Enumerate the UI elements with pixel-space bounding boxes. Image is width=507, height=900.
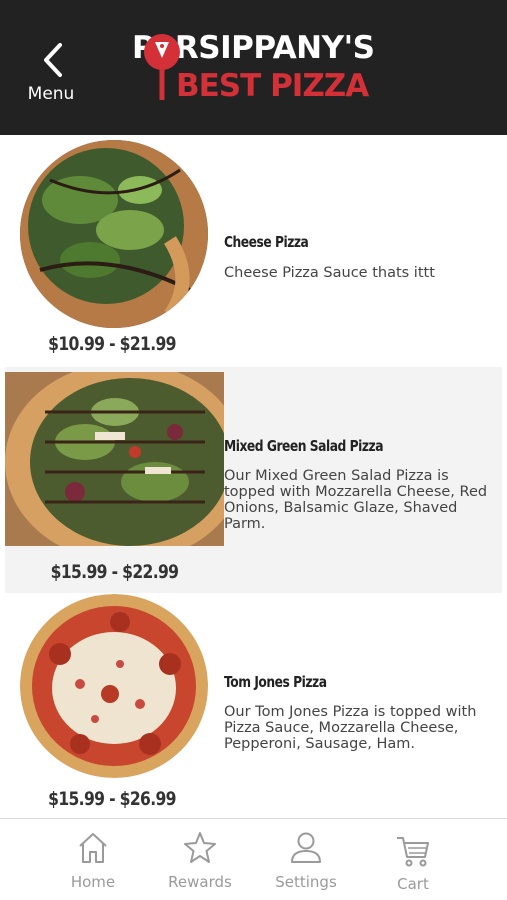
tab-rewards[interactable]: Rewards <box>150 819 250 900</box>
item-description: Our Mixed Green Salad Pizza is topped wi… <box>224 468 488 532</box>
item-description: Cheese Pizza Sauce thats ittt <box>224 265 435 281</box>
brand-logo: PARSIPPANY'S BEST PIZZA <box>132 30 377 106</box>
mixed-green-pizza-photo <box>5 372 224 546</box>
home-icon <box>79 833 107 863</box>
chevron-left-icon <box>44 43 62 77</box>
item-description: Our Tom Jones Pizza is topped with Pizza… <box>224 704 477 752</box>
item-name: Tom Jones Pizza <box>224 673 327 691</box>
pepperoni-pizza-photo <box>20 594 208 778</box>
tab-settings[interactable]: Settings <box>256 819 356 900</box>
tab-home[interactable]: Home <box>43 819 143 900</box>
star-icon <box>184 832 216 863</box>
tab-settings-label: Settings <box>275 873 337 891</box>
item-price: $15.99 - $26.99 <box>48 788 176 810</box>
logo-line-2: BEST PIZZA <box>176 68 369 104</box>
menu-item[interactable]: Mixed Green Salad Pizza Our Mixed Green … <box>5 367 502 593</box>
tab-rewards-label: Rewards <box>168 873 232 891</box>
menu-item[interactable]: Tom Jones Pizza Our Tom Jones Pizza is t… <box>0 593 507 818</box>
back-button[interactable]: Menu <box>20 38 90 110</box>
tab-home-label: Home <box>70 873 116 891</box>
salad-pizza-photo <box>20 140 208 328</box>
menu-item[interactable]: Cheese Pizza Cheese Pizza Sauce thats it… <box>0 135 507 365</box>
item-photo <box>20 140 208 328</box>
item-photo <box>5 372 224 546</box>
item-photo <box>20 594 208 778</box>
pizza-pin-icon <box>144 34 180 100</box>
item-price: $10.99 - $21.99 <box>48 333 176 355</box>
tab-cart[interactable]: Cart <box>363 819 463 900</box>
back-label: Menu <box>27 84 75 104</box>
tab-cart-label: Cart <box>397 875 429 893</box>
item-name: Mixed Green Salad Pizza <box>224 437 384 455</box>
user-icon <box>291 832 321 863</box>
item-price: $15.99 - $22.99 <box>50 561 179 583</box>
app-header: Menu PARSIPPANY'S BEST PIZZA <box>0 0 507 135</box>
bottom-tab-bar: Home Rewards Settings Cart <box>0 818 507 900</box>
cart-icon <box>397 837 429 867</box>
item-name: Cheese Pizza <box>224 233 309 251</box>
